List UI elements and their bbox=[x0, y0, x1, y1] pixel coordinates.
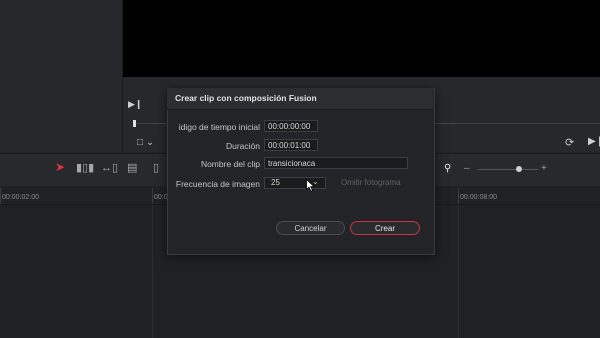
duration-field[interactable]: 00:00:01:00 bbox=[264, 139, 318, 151]
start-timecode-field[interactable]: 00:00:00:00 bbox=[264, 120, 318, 132]
next-clip-icon[interactable]: ▶❙ bbox=[588, 136, 600, 147]
frame-rate-label: Frecuencia de imagen bbox=[175, 179, 260, 189]
zoom-in-icon[interactable]: + bbox=[541, 163, 547, 174]
viewer-size-select-icon[interactable]: □ ⌄ bbox=[137, 137, 154, 148]
media-pool-panel bbox=[0, 0, 123, 152]
zoom-icon[interactable]: ⚲ bbox=[444, 163, 451, 174]
zoom-slider-knob[interactable] bbox=[516, 166, 522, 172]
create-button[interactable]: Crear bbox=[350, 221, 420, 235]
duration-label: Duración bbox=[225, 141, 260, 151]
trim-icon[interactable]: ▮▯▮ bbox=[76, 161, 94, 174]
zoom-out-icon[interactable]: – bbox=[464, 163, 470, 174]
dynamic-trim-icon[interactable]: ↔▯ bbox=[101, 161, 118, 174]
clip-name-field[interactable]: transicionaca bbox=[264, 157, 408, 169]
viewer-screen bbox=[123, 0, 600, 77]
blade-icon[interactable]: ▤ bbox=[127, 161, 137, 174]
cancel-button[interactable]: Cancelar bbox=[276, 221, 345, 235]
ruler-tick bbox=[458, 188, 459, 204]
selection-arrow-icon[interactable]: ➤ bbox=[55, 160, 65, 174]
clip-name-label: Nombre del clip bbox=[200, 159, 260, 169]
zoom-slider[interactable] bbox=[478, 169, 538, 170]
play-to-end-icon[interactable]: ▶❙ bbox=[128, 99, 142, 110]
scrubber-handle[interactable] bbox=[133, 120, 136, 127]
loop-icon[interactable]: ⟳ bbox=[565, 136, 574, 149]
grid-line bbox=[458, 205, 459, 338]
insert-icon[interactable]: ▯ bbox=[153, 161, 159, 174]
mouse-cursor-icon bbox=[306, 179, 315, 192]
start-timecode-label: idigo de tiempo inicial bbox=[178, 122, 260, 132]
grid-line bbox=[152, 205, 153, 338]
ruler-tick bbox=[0, 188, 1, 204]
drop-frame-option: Omitir fotograma bbox=[341, 178, 401, 187]
dialog-title: Crear clip con composición Fusion bbox=[175, 93, 317, 103]
ruler-timecode: 00:00:08:00 bbox=[460, 194, 497, 201]
ruler-timecode: 00:00:02:00 bbox=[2, 194, 39, 201]
ruler-tick bbox=[152, 188, 153, 204]
